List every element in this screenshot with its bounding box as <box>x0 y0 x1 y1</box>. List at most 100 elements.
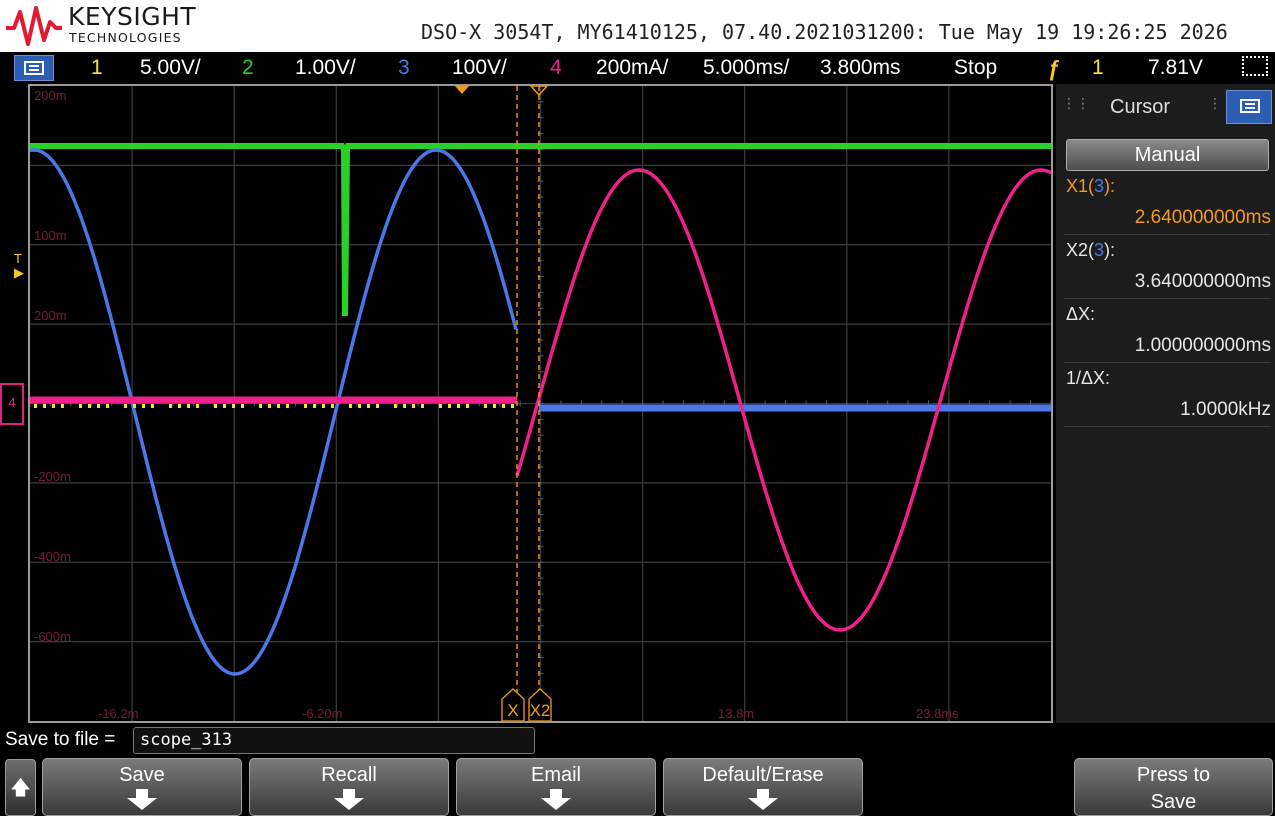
x-tick-label: 13.8m <box>718 706 755 721</box>
drag-grip-icon[interactable]: ⋮⋮ <box>1062 96 1090 112</box>
menu-icon <box>24 61 44 75</box>
brand-name: KEYSIGHT <box>68 2 197 31</box>
ch1-trace-dot <box>358 404 361 408</box>
trigger-level-marker-label: T <box>14 251 22 266</box>
save-filename-field[interactable]: scope_313 <box>133 727 535 754</box>
ch1-trace-dot <box>412 404 415 408</box>
ch1-trace-dot <box>502 404 505 408</box>
brand-subtitle: TECHNOLOGIES <box>69 30 182 45</box>
ch2-number[interactable]: 2 <box>242 56 254 80</box>
ch1-trace-dot <box>448 404 451 408</box>
down-arrow-icon <box>127 789 157 811</box>
ch1-trace-dot <box>232 404 235 408</box>
x-tick-label: 23.8ms <box>916 706 959 721</box>
x2-label: X2(3): <box>1066 240 1116 260</box>
ch1-trace-dot <box>97 404 100 408</box>
ch4-number[interactable]: 4 <box>550 56 562 80</box>
delta-x-label: ΔX: <box>1066 304 1096 324</box>
ch1-trace-dot <box>106 404 109 408</box>
x1-label: X1(3): <box>1066 176 1116 196</box>
menu-icon <box>1240 99 1260 113</box>
y-tick-label: -400m <box>34 549 71 564</box>
ch3-trace <box>30 148 518 676</box>
acquire-icon[interactable] <box>1242 56 1268 76</box>
brand-header: KEYSIGHT TECHNOLOGIES DSO-X 3054T, MY614… <box>0 0 1275 52</box>
recall-softkey[interactable]: Recall <box>249 758 449 816</box>
x-tick-label: -16.2m <box>98 706 139 721</box>
ch3-scale[interactable]: 100V/ <box>452 56 507 80</box>
ch1-number[interactable]: 1 <box>91 56 103 80</box>
ch1-trace-dot <box>79 404 82 408</box>
up-arrow-icon[interactable]: 🡅 <box>5 759 36 816</box>
ch1-trace-dot <box>466 404 469 408</box>
ch1-trace-dot <box>304 404 307 408</box>
softkey-label: Save <box>119 764 165 786</box>
waveform-graticule[interactable]: X X2 200m 100m 200m -200m -400m -600m -16… <box>28 84 1053 723</box>
ch1-scale[interactable]: 5.00V/ <box>140 56 201 80</box>
status-bar: 1 5.00V/ 2 1.00V/ 3 100V/ 4 200mA/ 5.000… <box>0 52 1275 84</box>
run-state[interactable]: Stop <box>954 56 997 80</box>
inverse-delta-x-label: 1/ΔX: <box>1066 368 1111 388</box>
ch4-scale[interactable]: 200mA/ <box>596 56 668 80</box>
ch4-ground-marker[interactable]: 4 <box>0 383 24 425</box>
ch1-trace-dot <box>376 404 379 408</box>
timebase-delay[interactable]: 3.800ms <box>820 56 901 80</box>
save-to-file-label: Save to file = <box>5 729 116 750</box>
ch1-trace-dot <box>151 404 154 408</box>
waveform-display: X X2 <box>30 86 1051 721</box>
save-file-row: Save to file = scope_313 <box>0 724 1275 756</box>
cursor-mode-button[interactable]: Manual <box>1066 139 1269 171</box>
ch1-trace-dot <box>367 404 370 408</box>
ch1-trace-dot <box>349 404 352 408</box>
ch1-trace-dot <box>286 404 289 408</box>
ch3-number[interactable]: 3 <box>398 56 410 80</box>
cursor-x2-label: X2 <box>530 701 551 720</box>
softkey-label: Default/Erase <box>702 764 824 786</box>
cursor-panel: ⋮⋮ Cursor ⋮⋮ Manual X1(3): 2.640000000ms… <box>1056 84 1275 723</box>
down-arrow-icon <box>748 789 778 811</box>
ch2-scale[interactable]: 1.00V/ <box>295 56 356 80</box>
press-to-save-line2: Save <box>1150 791 1197 813</box>
ch1-trace-dot <box>259 404 262 408</box>
ch1-trace-dot <box>34 404 37 408</box>
trigger-source[interactable]: 1 <box>1092 56 1104 80</box>
ch1-trace-dot <box>511 404 514 408</box>
softkey-label: Recall <box>321 764 377 786</box>
cursor-menu-button[interactable] <box>1226 90 1272 124</box>
y-tick-label: 100m <box>34 228 67 243</box>
ch1-trace-dot <box>394 404 397 408</box>
press-to-save-line1: Press to <box>1136 764 1211 786</box>
ch1-trace-dot <box>196 404 199 408</box>
ch1-trace-dot <box>484 404 487 408</box>
ch1-trace-dot <box>169 404 172 408</box>
ch1-trace-dot <box>493 404 496 408</box>
main-menu-button[interactable] <box>14 55 54 81</box>
email-softkey[interactable]: Email <box>456 758 656 816</box>
cursor-panel-title: Cursor <box>1110 96 1171 118</box>
ch1-trace-dot <box>331 404 334 408</box>
keysight-logo-icon <box>6 6 62 46</box>
delta-x-value: 1.000000000ms <box>1134 335 1271 356</box>
x2-value[interactable]: 3.640000000ms <box>1135 271 1271 293</box>
trigger-level[interactable]: 7.81V <box>1148 56 1203 80</box>
trigger-edge-icon: ƒ <box>1048 56 1061 81</box>
ch1-trace-dot <box>61 404 64 408</box>
ch1-trace-dot <box>403 404 406 408</box>
trigger-level-marker[interactable]: T ▶ <box>14 252 24 280</box>
ch1-trace-dot <box>322 404 325 408</box>
ch1-trace-dot <box>52 404 55 408</box>
x1-value[interactable]: 2.640000000ms <box>1135 207 1271 229</box>
default-erase-softkey[interactable]: Default/Erase <box>663 758 863 816</box>
ch1-trace-dot <box>187 404 190 408</box>
ch1-trace-dot <box>178 404 181 408</box>
x-tick-label: -6.20m <box>302 706 343 721</box>
save-softkey[interactable]: Save <box>42 758 242 816</box>
ch1-trace-dot <box>43 404 46 408</box>
ch1-trace-dot <box>88 404 91 408</box>
down-arrow-icon <box>334 789 364 811</box>
timebase-scale[interactable]: 5.000ms/ <box>703 56 789 80</box>
ch1-trace-dot <box>439 404 442 408</box>
press-to-save-softkey[interactable]: Press to Save <box>1074 758 1273 816</box>
inverse-delta-x-value: 1.0000kHz <box>1180 399 1271 420</box>
y-tick-label: -600m <box>34 629 71 644</box>
